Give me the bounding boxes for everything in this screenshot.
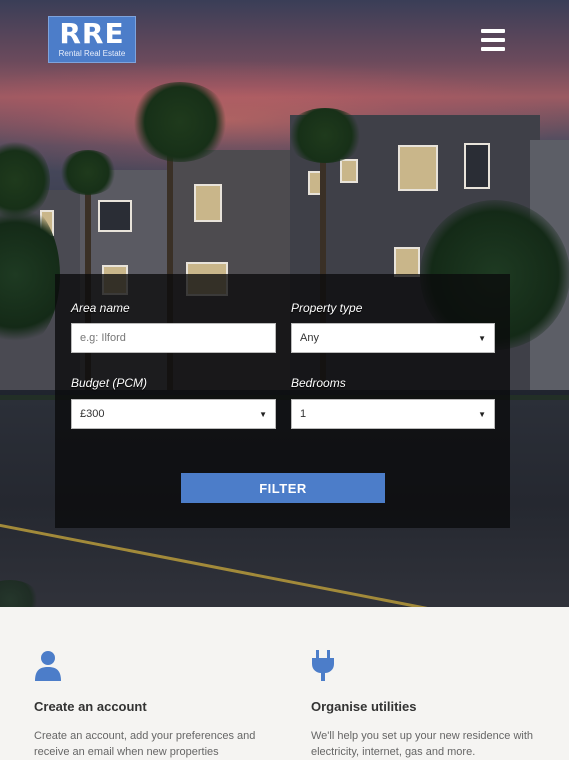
property-type-select[interactable]: Any ▼	[291, 323, 495, 353]
area-name-input[interactable]	[71, 323, 276, 353]
logo-subtext: Rental Real Estate	[58, 49, 126, 58]
area-name-label: Area name	[71, 301, 130, 315]
plug-icon	[311, 650, 335, 687]
caret-down-icon: ▼	[478, 409, 486, 419]
logo-text: RRE	[59, 17, 125, 50]
filter-button[interactable]: FILTER	[181, 473, 385, 503]
feature-title: Organise utilities	[311, 699, 417, 714]
bedrooms-value: 1	[300, 408, 307, 420]
site-logo[interactable]: RRE Rental Real Estate	[48, 16, 136, 63]
user-icon	[34, 650, 62, 687]
caret-down-icon: ▼	[259, 409, 267, 419]
feature-text: We'll help you set up your new residence…	[311, 730, 534, 758]
feature-title: Create an account	[34, 699, 147, 714]
bedrooms-select[interactable]: 1 ▼	[291, 399, 495, 429]
menu-bar	[481, 29, 505, 33]
window	[194, 184, 222, 222]
window	[340, 159, 358, 183]
feature-text: Create an account, add your preferences …	[34, 730, 256, 758]
bedrooms-label: Bedrooms	[291, 376, 346, 390]
budget-select[interactable]: £300 ▼	[71, 399, 276, 429]
window	[98, 200, 132, 232]
palm-tree	[285, 108, 365, 163]
caret-down-icon: ▼	[478, 333, 486, 343]
menu-bar	[481, 47, 505, 51]
budget-label: Budget (PCM)	[71, 376, 148, 390]
window	[394, 247, 420, 277]
hamburger-menu-icon[interactable]	[481, 29, 505, 51]
window	[464, 143, 490, 189]
budget-value: £300	[80, 408, 105, 420]
window	[398, 145, 438, 191]
menu-bar	[481, 38, 505, 42]
property-type-label: Property type	[291, 301, 363, 315]
palm-tree	[130, 82, 230, 162]
property-type-value: Any	[300, 332, 319, 344]
palm-tree	[58, 150, 118, 195]
